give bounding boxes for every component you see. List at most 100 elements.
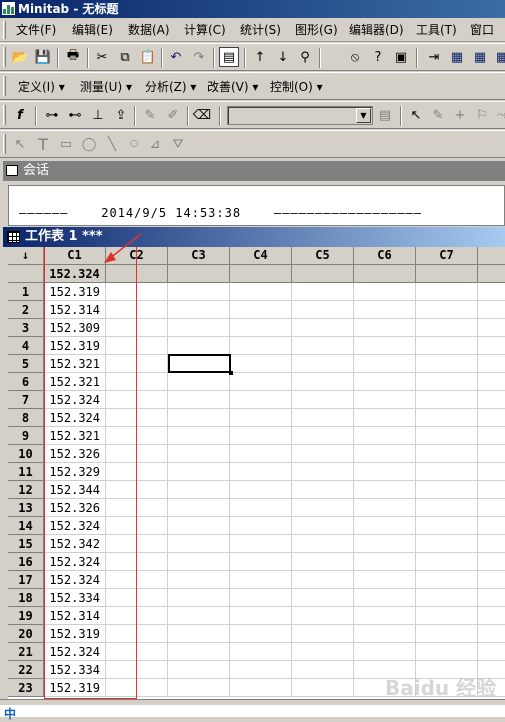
table-cell[interactable]: [106, 355, 168, 373]
table-cell[interactable]: [230, 283, 292, 301]
row-header[interactable]: 23: [8, 679, 44, 697]
table-cell[interactable]: [168, 643, 230, 661]
save-icon[interactable]: 💾: [33, 47, 53, 67]
table-cell[interactable]: [106, 499, 168, 517]
table-cell[interactable]: [292, 409, 354, 427]
table-cell[interactable]: 152.309: [44, 319, 106, 337]
table-cell[interactable]: [478, 409, 505, 427]
table-cell[interactable]: [230, 409, 292, 427]
polygon-icon[interactable]: ⛛: [168, 134, 188, 154]
table-cell[interactable]: 152.334: [44, 589, 106, 607]
table-cell[interactable]: [106, 427, 168, 445]
table-cell[interactable]: [230, 481, 292, 499]
table-cell[interactable]: 152.314: [44, 607, 106, 625]
table-cell[interactable]: 152.319: [44, 283, 106, 301]
table-cell[interactable]: [478, 535, 505, 553]
function-icon[interactable]: f: [10, 105, 30, 125]
table-cell[interactable]: [230, 589, 292, 607]
table-cell[interactable]: [354, 301, 416, 319]
table-cell[interactable]: [292, 463, 354, 481]
table-cell[interactable]: [168, 373, 230, 391]
table-cell[interactable]: [106, 553, 168, 571]
table-cell[interactable]: [106, 589, 168, 607]
table-cell[interactable]: [106, 643, 168, 661]
table-cell[interactable]: [106, 517, 168, 535]
table-cell[interactable]: [354, 409, 416, 427]
table-cell[interactable]: [354, 355, 416, 373]
table-cell[interactable]: [230, 571, 292, 589]
table-cell[interactable]: [478, 481, 505, 499]
table-cell[interactable]: [168, 517, 230, 535]
table-cell[interactable]: [478, 553, 505, 571]
table-cell[interactable]: [168, 499, 230, 517]
table-cell[interactable]: [416, 391, 478, 409]
column-name-cell[interactable]: [168, 265, 230, 283]
table-cell[interactable]: [292, 391, 354, 409]
table-cell[interactable]: [106, 607, 168, 625]
paste-icon[interactable]: 📋: [138, 47, 158, 67]
table-cell[interactable]: [478, 589, 505, 607]
table-cell[interactable]: [478, 463, 505, 481]
table-cell[interactable]: [106, 445, 168, 463]
column-header-c3[interactable]: C3: [168, 247, 230, 265]
open-icon[interactable]: 📂: [10, 47, 30, 67]
row-header[interactable]: 14: [8, 517, 44, 535]
table-cell[interactable]: 152.321: [44, 355, 106, 373]
brush-tool-icon[interactable]: ✎: [428, 105, 448, 125]
insert-cells-icon[interactable]: ⇥: [424, 47, 444, 67]
table-cell[interactable]: 152.319: [44, 337, 106, 355]
row-header[interactable]: 19: [8, 607, 44, 625]
pin-icon[interactable]: ✐: [163, 105, 183, 125]
graph-element-combo[interactable]: ▼: [227, 106, 373, 125]
menu-measure[interactable]: 测量(U) ▾: [80, 78, 132, 95]
row-header[interactable]: 1: [8, 283, 44, 301]
table-cell[interactable]: [168, 661, 230, 679]
down-arrow-icon[interactable]: ↓: [273, 47, 293, 67]
row-header[interactable]: 18: [8, 589, 44, 607]
table-cell[interactable]: [478, 625, 505, 643]
table-cell[interactable]: [292, 553, 354, 571]
table-cell[interactable]: [354, 571, 416, 589]
row-header[interactable]: 21: [8, 643, 44, 661]
table-cell[interactable]: [478, 319, 505, 337]
branch-icon[interactable]: ⊥: [88, 105, 108, 125]
table-cell[interactable]: [168, 409, 230, 427]
table-cell[interactable]: [478, 445, 505, 463]
crosshair-icon[interactable]: +: [450, 105, 470, 125]
table-cell[interactable]: [416, 409, 478, 427]
table-cell[interactable]: [292, 481, 354, 499]
flag-icon[interactable]: ⚐: [472, 105, 492, 125]
table-cell[interactable]: [416, 319, 478, 337]
table-cell[interactable]: 152.321: [44, 427, 106, 445]
table-cell[interactable]: [230, 643, 292, 661]
row-header[interactable]: 15: [8, 535, 44, 553]
table-cell[interactable]: 152.324: [44, 553, 106, 571]
menu-control[interactable]: 控制(O) ▾: [270, 78, 323, 95]
table-cell[interactable]: [230, 625, 292, 643]
table-cell[interactable]: [168, 445, 230, 463]
row-header[interactable]: 12: [8, 481, 44, 499]
row-header[interactable]: 22: [8, 661, 44, 679]
table-cell[interactable]: [106, 625, 168, 643]
table-cell[interactable]: [478, 283, 505, 301]
table-cell[interactable]: [416, 571, 478, 589]
menu-calc[interactable]: 计算(C): [184, 22, 226, 38]
table-cell[interactable]: [478, 571, 505, 589]
edit-element-icon[interactable]: ▤: [375, 105, 395, 125]
table-cell[interactable]: 152.324: [44, 643, 106, 661]
table-cell[interactable]: [354, 625, 416, 643]
table-cell[interactable]: [168, 679, 230, 697]
table-cell[interactable]: [168, 589, 230, 607]
column-name-cell[interactable]: 152.324: [44, 265, 106, 283]
row-header[interactable]: 16: [8, 553, 44, 571]
table-cell[interactable]: [354, 445, 416, 463]
table-cell[interactable]: 152.319: [44, 679, 106, 697]
table-cell[interactable]: 152.324: [44, 517, 106, 535]
table-cell[interactable]: [230, 337, 292, 355]
table-cell[interactable]: [416, 607, 478, 625]
table-cell[interactable]: [478, 607, 505, 625]
table-cell[interactable]: [292, 355, 354, 373]
table-cell[interactable]: [478, 337, 505, 355]
cut-icon[interactable]: ✂: [92, 47, 112, 67]
table-cell[interactable]: [292, 517, 354, 535]
